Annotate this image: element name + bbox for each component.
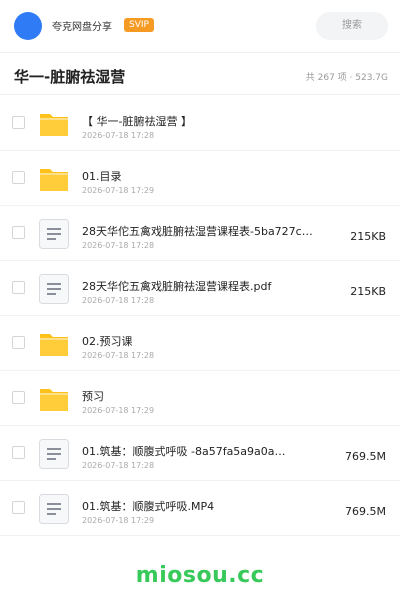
document-icon [38, 273, 70, 305]
file-row[interactable]: 01.目录 2026-07-18 17:29 [0, 151, 400, 206]
avatar[interactable] [14, 12, 42, 40]
file-name: 01.筑基：顺腹式呼吸 -8a57fa5a9a0a… [82, 445, 286, 458]
file-date: 2026-07-18 17:28 [82, 241, 155, 250]
row-checkbox[interactable] [12, 171, 25, 184]
file-name: 01.目录 [82, 170, 122, 183]
brand-name: 夸克网盘分享 [52, 22, 112, 33]
folder-icon [38, 328, 70, 360]
file-row[interactable]: 预习 2026-07-18 17:29 [0, 371, 400, 426]
folder-icon [38, 163, 70, 195]
row-checkbox[interactable] [12, 391, 25, 404]
file-date: 2026-07-18 17:28 [82, 131, 155, 140]
file-size: 215KB [350, 285, 386, 298]
file-date: 2026-07-18 17:29 [82, 406, 155, 415]
file-row[interactable]: 28天华佗五禽戏脏腑祛湿营课程表.pdf 2026-07-18 17:28 21… [0, 261, 400, 316]
folder-icon [38, 383, 70, 415]
row-checkbox[interactable] [12, 281, 25, 294]
file-name: 28天华佗五禽戏脏腑祛湿营课程表-5ba727ca… [82, 225, 314, 238]
file-size: 769.5M [345, 505, 386, 518]
file-date: 2026-07-18 17:29 [82, 516, 155, 525]
file-name: 02.预习课 [82, 335, 133, 348]
row-checkbox[interactable] [12, 226, 25, 239]
page: 夸克网盘分享 SVIP 搜索 华一-脏腑祛湿营 共 267 项 · 523.7G… [0, 0, 400, 600]
file-row[interactable]: 28天华佗五禽戏脏腑祛湿营课程表-5ba727ca… 2026-07-18 17… [0, 206, 400, 261]
file-name: 预习 [82, 390, 104, 403]
file-row[interactable]: 01.筑基：顺腹式呼吸.MP4 2026-07-18 17:29 769.5M [0, 481, 400, 536]
document-icon [38, 218, 70, 250]
row-checkbox[interactable] [12, 501, 25, 514]
row-checkbox[interactable] [12, 116, 25, 129]
file-name: 28天华佗五禽戏脏腑祛湿营课程表.pdf [82, 280, 272, 293]
svip-badge: SVIP [124, 18, 154, 32]
document-icon [38, 493, 70, 525]
folder-icon [38, 108, 70, 140]
file-date: 2026-07-18 17:28 [82, 461, 155, 470]
row-checkbox[interactable] [12, 336, 25, 349]
file-size: 215KB [350, 230, 386, 243]
file-row[interactable]: 01.筑基：顺腹式呼吸 -8a57fa5a9a0a… 2026-07-18 17… [0, 426, 400, 481]
page-title: 华一-脏腑祛湿营 [14, 68, 126, 86]
file-list: 【 华一-脏腑祛湿营 】 2026-07-18 17:28 01.目录 2026… [0, 96, 400, 536]
file-row[interactable]: 【 华一-脏腑祛湿营 】 2026-07-18 17:28 [0, 96, 400, 151]
share-summary: 共 267 项 · 523.7G [305, 73, 388, 83]
top-bar: 夸克网盘分享 SVIP 搜索 [0, 0, 400, 53]
file-name: 【 华一-脏腑祛湿营 】 [82, 115, 192, 128]
file-date: 2026-07-18 17:29 [82, 186, 155, 195]
site-watermark: miosou.cc [135, 563, 265, 588]
file-date: 2026-07-18 17:28 [82, 351, 155, 360]
file-row[interactable]: 02.预习课 2026-07-18 17:28 [0, 316, 400, 371]
file-size: 769.5M [345, 450, 386, 463]
file-name: 01.筑基：顺腹式呼吸.MP4 [82, 500, 215, 513]
row-checkbox[interactable] [12, 446, 25, 459]
search-button[interactable]: 搜索 [316, 12, 388, 40]
file-date: 2026-07-18 17:28 [82, 296, 155, 305]
document-icon [38, 438, 70, 470]
share-title-bar: 华一-脏腑祛湿营 共 267 项 · 523.7G [0, 56, 400, 95]
